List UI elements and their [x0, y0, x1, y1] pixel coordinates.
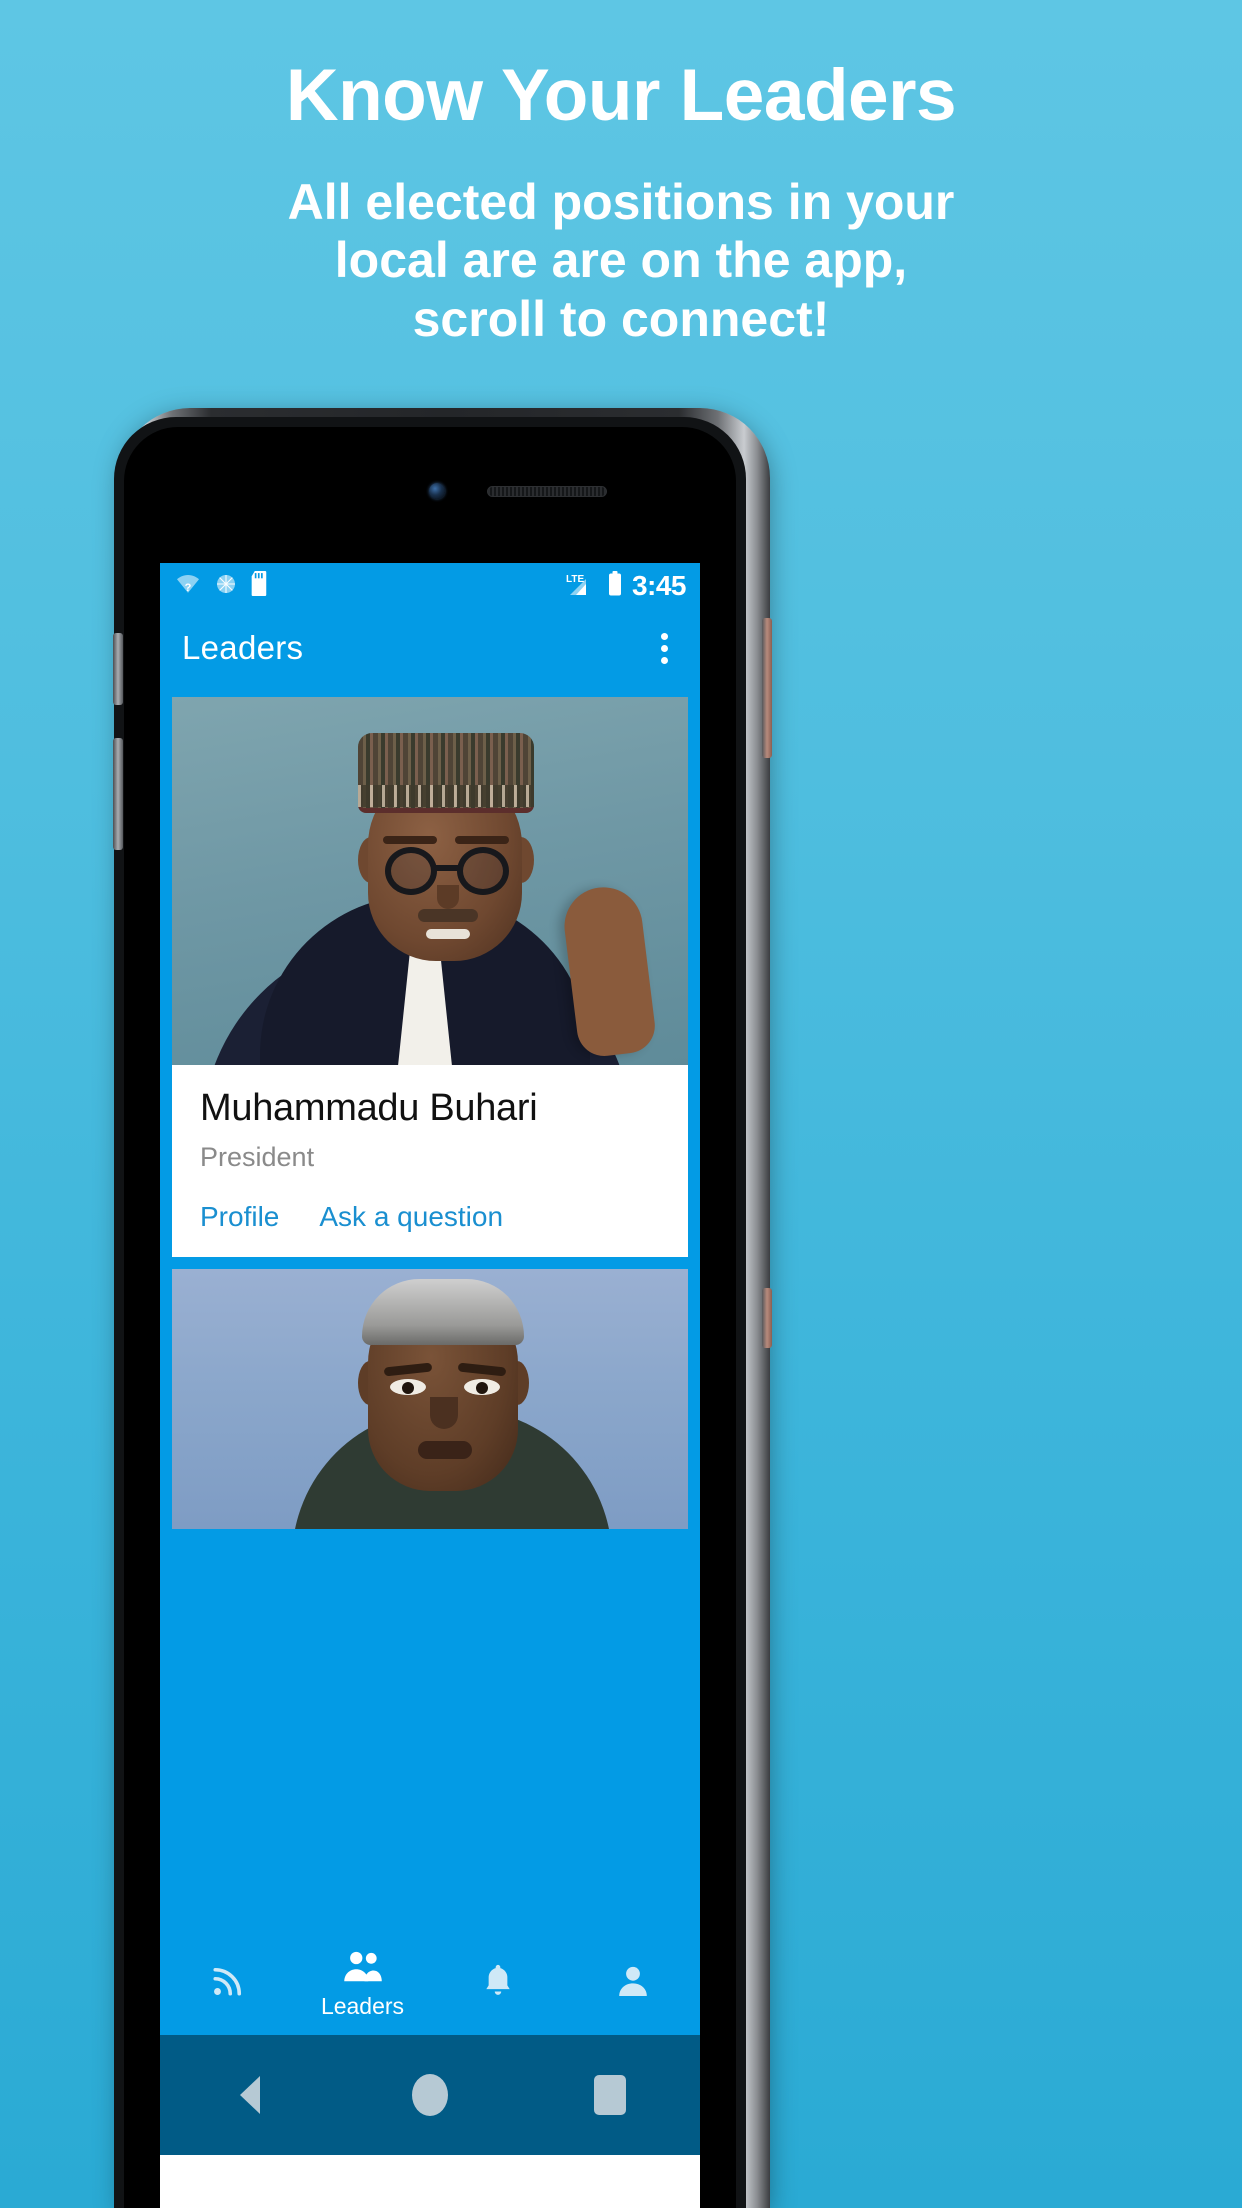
photo2-mouth	[418, 1441, 472, 1459]
leader-role: President	[200, 1142, 315, 1172]
promo-subtitle-line-2: local are are on the app,	[334, 232, 908, 289]
bell-notifications-icon	[480, 1962, 516, 2005]
people-group-icon	[342, 1950, 384, 1989]
leader-card-actions: Profile Ask a question	[200, 1201, 660, 1241]
promo-subtitle: All elected positions in your local are …	[0, 173, 1242, 349]
nav-item-feed[interactable]	[160, 1935, 295, 2035]
android-recents-icon[interactable]	[570, 2075, 650, 2115]
leaders-list[interactable]: Muhammadu Buhari President Profile Ask a…	[160, 687, 700, 2035]
volume-up-button[interactable]	[113, 633, 123, 705]
side-button[interactable]	[762, 1288, 772, 1348]
photo-nose	[437, 885, 459, 909]
photo2-pupil-left	[402, 1382, 414, 1394]
photo2-hair	[362, 1279, 524, 1345]
photo2-nose	[430, 1397, 458, 1429]
leader-card-body: Muhammadu Buhari President Profile Ask a…	[172, 1065, 688, 1257]
person-profile-icon	[615, 1963, 651, 2004]
ask-question-action[interactable]: Ask a question	[319, 1201, 503, 1233]
profile-action[interactable]: Profile	[200, 1201, 279, 1233]
photo-brow-left	[383, 836, 437, 844]
photo-brow-right	[455, 836, 509, 844]
photo-mouth	[426, 929, 470, 939]
earpiece-speaker	[487, 486, 607, 497]
nav-item-profile[interactable]	[565, 1935, 700, 2035]
phone-mockup: ? LTE 3:45 Leaders Muhammadu Buhari Pres…	[105, 408, 772, 2208]
svg-text:?: ?	[185, 582, 192, 594]
nav-item-notifications[interactable]	[430, 1935, 565, 2035]
feed-rss-icon	[210, 1963, 246, 2004]
status-bar: ? LTE 3:45	[160, 563, 700, 609]
app-bar: Leaders	[160, 609, 700, 687]
nav-label-leaders: Leaders	[320, 1993, 405, 2019]
sd-card-icon	[250, 571, 270, 601]
status-bar-left-icons: ?	[174, 571, 270, 601]
home-circle	[412, 2074, 448, 2116]
leader-photo	[172, 697, 688, 1065]
promo-subtitle-line-3: scroll to connect!	[412, 290, 830, 347]
status-bar-right-icons: LTE 3:45	[564, 570, 687, 602]
photo-cap-band	[358, 785, 534, 807]
promo-header: Know Your Leaders All elected positions …	[0, 0, 1242, 400]
android-home-icon[interactable]	[390, 2074, 470, 2116]
photo-moustache	[418, 909, 478, 922]
phone-screen: ? LTE 3:45 Leaders Muhammadu Buhari Pres…	[160, 563, 700, 2208]
overflow-dot	[661, 632, 668, 640]
nav-item-leaders[interactable]: Leaders	[295, 1935, 430, 2035]
lte-signal-icon: LTE	[564, 571, 598, 602]
sync-icon	[214, 572, 238, 601]
photo2-pupil-right	[476, 1382, 488, 1394]
power-button[interactable]	[762, 618, 772, 758]
bottom-navigation: Leaders	[160, 1935, 700, 2035]
leader-card-2-photo[interactable]	[172, 1269, 688, 1529]
leader-card[interactable]: Muhammadu Buhari President Profile Ask a…	[172, 697, 688, 1257]
overflow-menu-icon[interactable]	[651, 627, 678, 670]
android-back-icon[interactable]	[210, 2076, 290, 2114]
back-triangle	[240, 2076, 260, 2114]
status-bar-clock: 3:45	[631, 570, 687, 601]
photo-glasses-left	[385, 847, 437, 895]
app-bar-title: Leaders	[182, 629, 304, 666]
recents-square	[594, 2075, 626, 2115]
battery-full-icon	[607, 570, 623, 602]
wifi-no-internet-icon: ?	[174, 572, 202, 601]
front-camera-icon	[429, 483, 445, 499]
promo-subtitle-line-1: All elected positions in your	[287, 173, 955, 230]
leader-name: Muhammadu Buhari	[200, 1087, 538, 1129]
overflow-dot	[661, 644, 668, 652]
android-system-nav	[160, 2035, 700, 2155]
photo-glasses-bridge	[436, 865, 460, 871]
volume-down-button[interactable]	[113, 738, 123, 850]
page-title: Know Your Leaders	[285, 55, 957, 136]
overflow-dot	[661, 656, 668, 664]
photo-glasses-right	[457, 847, 509, 895]
